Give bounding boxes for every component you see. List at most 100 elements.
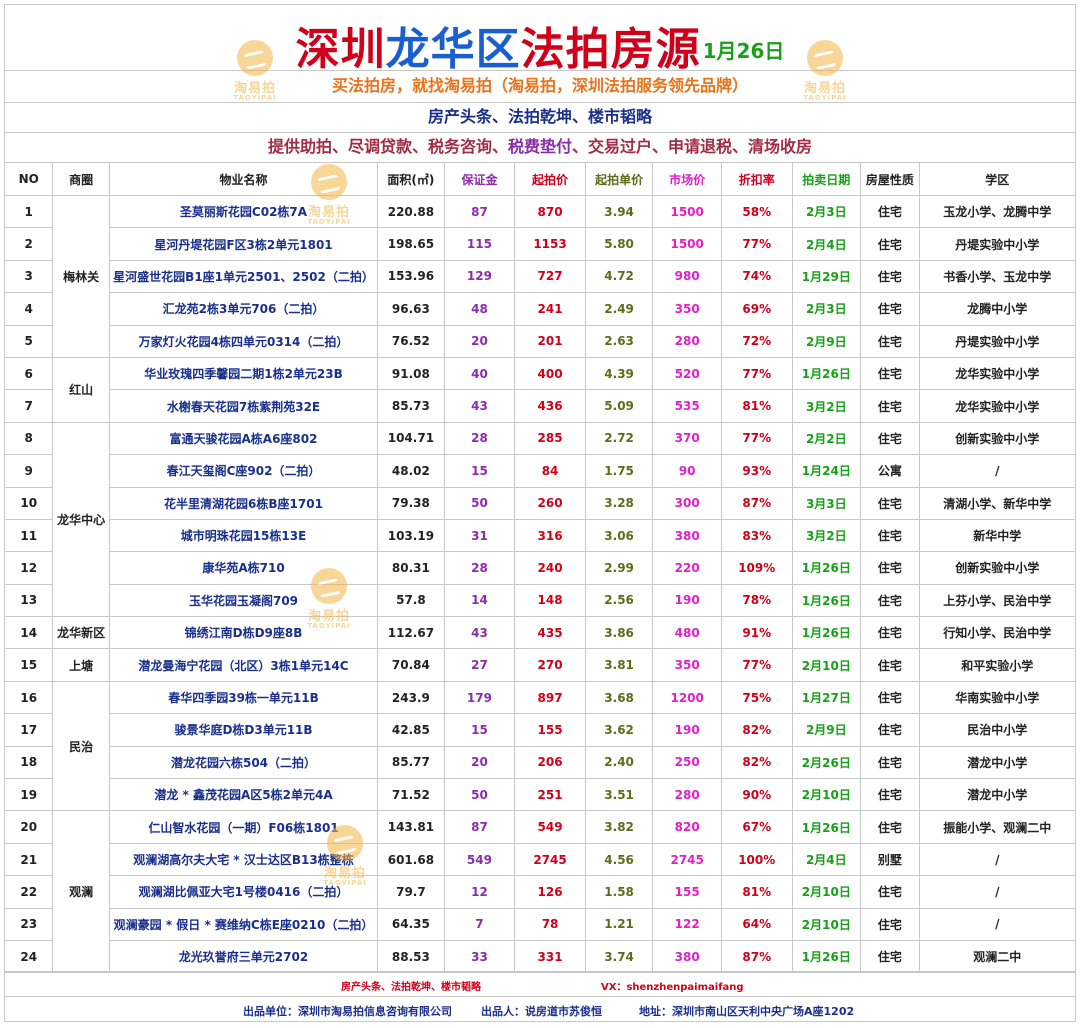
col-header-property: 物业名称 (108, 162, 379, 196)
cell-auction-date: 2月3日 (791, 292, 862, 326)
cell-area: 143.81 (377, 810, 445, 844)
cell-discount: 67% (720, 810, 793, 844)
cell-deposit: 15 (443, 713, 516, 747)
cell-school-district: 丹堤实验中小学 (918, 324, 1077, 358)
title-part-district: 龙华区 (385, 24, 521, 75)
cell-auction-date: 1月26日 (791, 356, 862, 391)
cell-unit-price: 4.39 (584, 356, 654, 391)
cell-property-name: 春江天玺阁C座902（二拍） (108, 454, 379, 488)
cell-market-price: 980 (652, 259, 722, 294)
cell-no: 17 (3, 713, 54, 747)
table-row: 21 观澜湖高尔夫大宅 * 汉士达区B13栋整栋 601.68 549 2745 4.56… (3, 842, 1077, 877)
table-row: 23 观澜豪园 * 假日 * 赛维纳C栋E座0210（二拍） 64.35 7 78 1.2… (3, 907, 1077, 941)
cell-auction-date: 1月26日 (791, 939, 862, 974)
cell-discount: 81% (720, 389, 793, 423)
cell-auction-date: 1月26日 (791, 583, 862, 618)
cell-no: 13 (3, 583, 54, 618)
cell-discount: 90% (720, 778, 793, 812)
services-band: 提供助拍、尽调贷款、税务咨询、税费垫付、交易过户、申请退税、清场收房 (4, 132, 1076, 162)
cell-discount: 78% (720, 583, 793, 618)
cell-no: 23 (3, 907, 54, 941)
cell-area: 85.73 (377, 389, 445, 423)
services-text-after: 、交易过户、申请退税、清场收房 (572, 137, 813, 156)
cell-school-district: 和平实验小学 (918, 648, 1077, 682)
cell-discount: 77% (720, 227, 793, 261)
cell-school-district: 龙华实验中小学 (918, 356, 1077, 391)
title-date: 1月26日 (702, 39, 785, 63)
cell-auction-date: 2月9日 (791, 324, 862, 358)
cell-school-district: / (918, 875, 1077, 909)
cell-property-name: 锦绣江南D栋D9座8B (108, 616, 379, 650)
cell-school-district: 潜龙中小学 (918, 745, 1077, 780)
cell-school-district: 创新实验中小学 (918, 421, 1077, 456)
col-header-house-type: 房屋性质 (860, 162, 920, 196)
cell-house-type: 住宅 (860, 551, 920, 585)
cell-no: 24 (3, 939, 54, 974)
cell-area: 64.35 (377, 907, 445, 941)
cell-school-district: 丹堤实验中小学 (918, 227, 1077, 261)
cell-deposit: 50 (443, 486, 516, 520)
cell-school-district: / (918, 454, 1077, 488)
cell-market-price: 820 (652, 810, 722, 844)
cell-no: 16 (3, 680, 54, 715)
cell-business-district: 龙华中心 (52, 421, 110, 618)
cell-market-price: 1200 (652, 680, 722, 715)
table-row: 15 上塘 潜龙曼海宁花园（北区）3栋1单元14C 70.84 27 270 3.81 350… (3, 648, 1077, 682)
cell-unit-price: 3.51 (584, 778, 654, 812)
cell-property-name: 万家灯火花园4栋四单元0314（二拍） (108, 324, 379, 358)
cell-deposit: 28 (443, 421, 516, 456)
cell-auction-date: 2月2日 (791, 421, 862, 456)
cell-deposit: 549 (443, 842, 516, 877)
cell-business-district: 观澜 (52, 810, 110, 974)
table-row: 24 龙光玖誉府三单元2702 88.53 33 331 3.74 380 87% 1月26日住… (3, 939, 1077, 974)
cell-discount: 82% (720, 713, 793, 747)
cell-market-price: 370 (652, 421, 722, 456)
cell-discount: 91% (720, 616, 793, 650)
cell-discount: 100% (720, 842, 793, 877)
cell-property-name: 华业玫瑰四季馨园二期1栋2单元23B (108, 356, 379, 391)
cell-unit-price: 3.28 (584, 486, 654, 520)
cell-house-type: 住宅 (860, 583, 920, 618)
footer-wechat-id: VX：shenzhenpaimaifang (601, 982, 744, 993)
cell-market-price: 350 (652, 292, 722, 326)
cell-market-price: 520 (652, 356, 722, 391)
cell-unit-price: 3.94 (584, 194, 654, 229)
cell-no: 18 (3, 745, 54, 780)
col-header-school: 学区 (918, 162, 1077, 196)
cell-deposit: 33 (443, 939, 516, 974)
table-row: 2 星河丹堤花园F区3栋2单元1801 198.65 115 1153 5.80 1500 7… (3, 227, 1077, 261)
cell-unit-price: 1.58 (584, 875, 654, 909)
cell-auction-date: 2月10日 (791, 875, 862, 909)
cell-start-price: 260 (514, 486, 586, 520)
cell-unit-price: 2.49 (584, 292, 654, 326)
cell-auction-date: 1月29日 (791, 259, 862, 294)
cell-start-price: 240 (514, 551, 586, 585)
cell-discount: 87% (720, 939, 793, 974)
cell-unit-price: 2.72 (584, 421, 654, 456)
cell-auction-date: 2月4日 (791, 227, 862, 261)
cell-business-district: 龙华新区 (52, 616, 110, 650)
cell-unit-price: 2.63 (584, 324, 654, 358)
cell-area: 48.02 (377, 454, 445, 488)
cell-no: 10 (3, 486, 54, 520)
table-row: 18 潜龙花园六栋504（二拍） 85.77 20 206 2.40 250 82% 2月26日… (3, 745, 1077, 780)
cell-start-price: 897 (514, 680, 586, 715)
cell-property-name: 康华苑A栋710 (108, 551, 379, 585)
cell-deposit: 50 (443, 778, 516, 812)
cell-start-price: 870 (514, 194, 586, 229)
cell-deposit: 43 (443, 616, 516, 650)
cell-start-price: 436 (514, 389, 586, 423)
footer-producer-line: 出品单位：深圳市淘易拍信息咨询有限公司 出品人：说房道市苏俊恒 地址：深圳市南山… (4, 996, 1076, 1022)
cell-discount: 77% (720, 421, 793, 456)
cell-house-type: 住宅 (860, 259, 920, 294)
cell-discount: 72% (720, 324, 793, 358)
title-part-auction-listings: 法拍房源 (520, 24, 701, 75)
cell-house-type: 住宅 (860, 227, 920, 261)
cell-house-type: 住宅 (860, 518, 920, 553)
auction-listing-sheet: 深圳龙华区法拍房源 1月26日 买法拍房，就找淘易拍（淘易拍，深圳法拍服务领先品牌… (0, 0, 1080, 1028)
cell-start-price: 727 (514, 259, 586, 294)
cell-market-price: 155 (652, 875, 722, 909)
cell-deposit: 40 (443, 356, 516, 391)
cell-deposit: 48 (443, 292, 516, 326)
cell-start-price: 2745 (514, 842, 586, 877)
